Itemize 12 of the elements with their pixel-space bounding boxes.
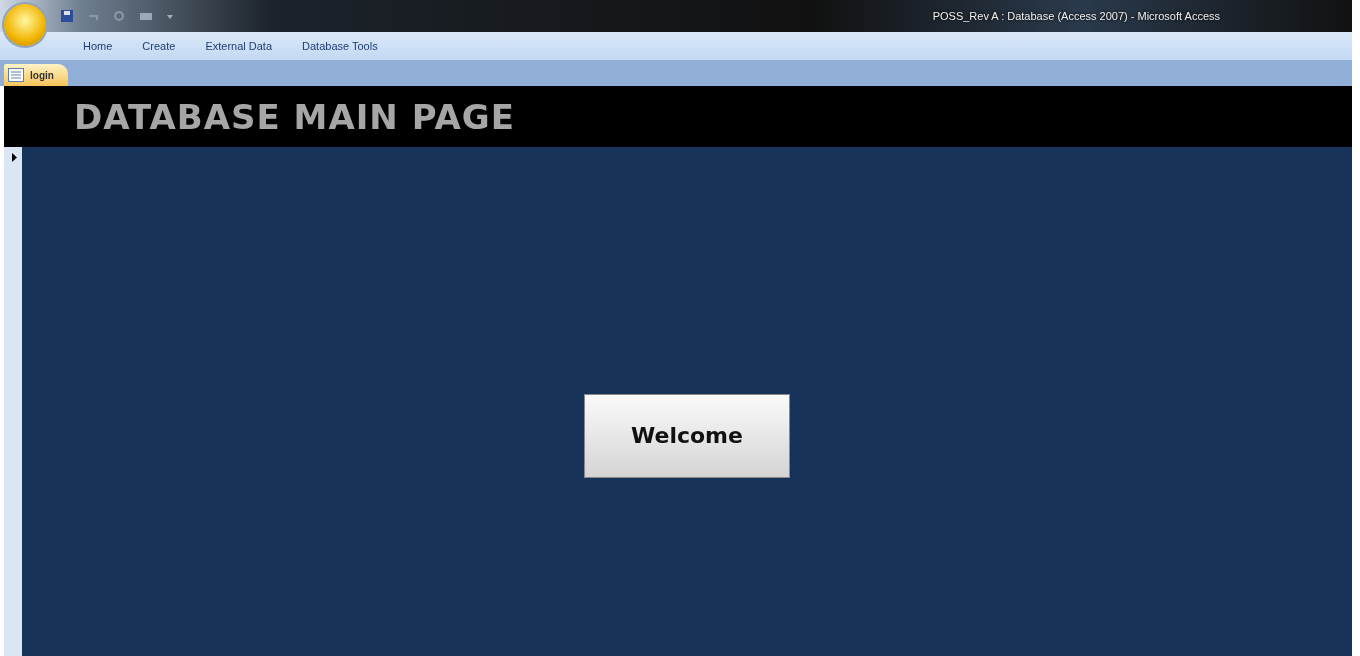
ribbon-tab[interactable]: Database Tools xyxy=(287,38,393,54)
ribbon-tab[interactable]: Home xyxy=(68,38,128,54)
document-tab[interactable]: login xyxy=(4,64,68,86)
save-icon[interactable] xyxy=(60,9,74,23)
office-button[interactable] xyxy=(4,4,46,46)
ribbon-tab[interactable]: Create xyxy=(127,38,191,54)
record-pointer-icon xyxy=(12,153,17,162)
page-heading: DATABASE MAIN PAGE xyxy=(74,96,515,137)
welcome-button[interactable]: Welcome xyxy=(584,393,790,478)
form-icon xyxy=(8,68,24,82)
window-title: POSS_Rev A : Database (Access 2007) - Microsoft Access xyxy=(932,10,1220,22)
ribbon-tab[interactable]: External Data xyxy=(190,38,288,54)
